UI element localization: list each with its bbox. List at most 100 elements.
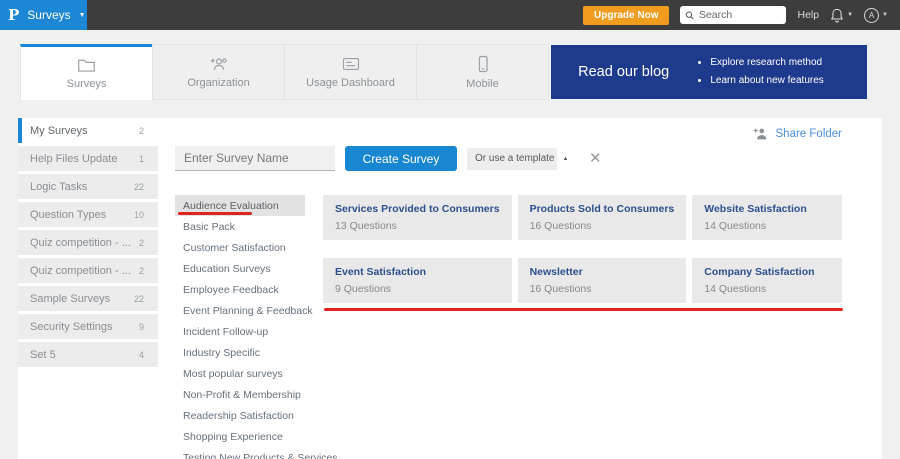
- blog-bullet: Explore research method: [710, 54, 823, 72]
- category-most-popular-surveys[interactable]: Most popular surveys: [175, 363, 305, 384]
- folders-sidebar: My Surveys 2 Help Files Update 1 Logic T…: [18, 118, 158, 370]
- sidebar-item-label: Quiz competition - ...: [30, 236, 131, 249]
- add-person-icon: [753, 128, 766, 140]
- category-testing-new-products[interactable]: Testing New Products & Services: [175, 447, 338, 459]
- sidebar-item-my-surveys[interactable]: My Surveys 2: [18, 118, 158, 143]
- sidebar-item-label: Logic Tasks: [30, 180, 88, 193]
- category-basic-pack[interactable]: Basic Pack: [175, 216, 305, 237]
- category-incident-follow-up[interactable]: Incident Follow-up: [175, 321, 305, 342]
- topbar-actions: Upgrade Now Help ▼ A ▼: [583, 5, 900, 25]
- sidebar-item-label: Quiz competition - ...: [30, 264, 131, 277]
- template-card-services-provided[interactable]: Services Provided to Consumers 13 Questi…: [323, 195, 512, 240]
- tab-organization[interactable]: Organization: [152, 44, 285, 100]
- sidebar-item-label: Help Files Update: [30, 152, 118, 165]
- tab-mobile[interactable]: Mobile: [416, 44, 549, 100]
- category-event-planning-feedback[interactable]: Event Planning & Feedback: [175, 300, 313, 321]
- sidebar-item-logic-tasks[interactable]: Logic Tasks 22: [18, 174, 158, 199]
- bell-icon: [831, 8, 843, 22]
- template-card-event-satisfaction[interactable]: Event Satisfaction 9 Questions: [323, 258, 512, 303]
- share-folder-label: Share Folder: [775, 127, 842, 140]
- sidebar-item-count: 2: [138, 125, 144, 136]
- sidebar-item-count: 22: [133, 293, 144, 304]
- product-switcher[interactable]: P Surveys ▼: [0, 0, 87, 30]
- close-icon[interactable]: ✕: [589, 151, 602, 166]
- template-card-title: Products Sold to Consumers: [529, 203, 675, 215]
- template-card-questions: 14 Questions: [704, 283, 767, 295]
- share-folder-link[interactable]: Share Folder: [753, 127, 842, 140]
- annotation-line-under-cards: [324, 308, 843, 311]
- organization-icon: [210, 57, 227, 70]
- annotation-underline-audience-evaluation: [178, 212, 252, 215]
- tab-label: Surveys: [66, 77, 107, 90]
- search-icon: [686, 11, 695, 19]
- account-menu[interactable]: A ▼: [864, 7, 888, 23]
- search-box[interactable]: [680, 6, 787, 24]
- topbar: P Surveys ▼ Upgrade Now Help ▼ A ▼: [0, 0, 900, 30]
- mobile-icon: [478, 55, 488, 72]
- sidebar-item-help-files-update[interactable]: Help Files Update 1: [18, 146, 158, 171]
- chevron-up-icon: ▲: [562, 155, 569, 162]
- sidebar-item-sample-surveys[interactable]: Sample Surveys 22: [18, 286, 158, 311]
- sidebar-item-label: My Surveys: [30, 124, 88, 137]
- sidebar-item-count: 2: [138, 237, 144, 248]
- upgrade-now-button[interactable]: Upgrade Now: [583, 5, 670, 25]
- template-card-newsletter[interactable]: Newsletter 16 Questions: [517, 258, 687, 303]
- search-input[interactable]: [698, 9, 782, 21]
- template-card-title: Website Satisfaction: [704, 203, 807, 215]
- sidebar-item-quiz-competition-2[interactable]: Quiz competition - ... 2: [18, 258, 158, 283]
- template-card-questions: 16 Questions: [529, 220, 592, 232]
- blog-banner[interactable]: Read our blog Explore research method Le…: [551, 45, 867, 99]
- tab-surveys[interactable]: Surveys: [20, 44, 153, 100]
- use-template-dropdown[interactable]: Or use a template ▲: [467, 147, 568, 170]
- sidebar-item-label: Sample Surveys: [30, 292, 111, 305]
- template-card-title: Event Satisfaction: [335, 266, 427, 278]
- chevron-down-icon: ▼: [847, 12, 854, 18]
- sidebar-item-question-types[interactable]: Question Types 10: [18, 202, 158, 227]
- template-card-company-satisfaction[interactable]: Company Satisfaction 14 Questions: [692, 258, 842, 303]
- category-shopping-experience[interactable]: Shopping Experience: [175, 426, 305, 447]
- template-card-title: Newsletter: [529, 266, 583, 278]
- template-card-questions: 9 Questions: [335, 283, 392, 295]
- template-card-questions: 13 Questions: [335, 220, 397, 232]
- content-panel: My Surveys 2 Help Files Update 1 Logic T…: [18, 118, 882, 459]
- avatar: A: [864, 7, 880, 23]
- chevron-down-icon: ▼: [78, 11, 86, 19]
- category-non-profit-membership[interactable]: Non-Profit & Membership: [175, 384, 305, 405]
- dashboard-icon: [342, 57, 359, 70]
- category-customer-satisfaction[interactable]: Customer Satisfaction: [175, 237, 305, 258]
- sidebar-item-count: 4: [138, 349, 144, 360]
- tab-label: Organization: [187, 76, 250, 89]
- folder-icon: [78, 59, 95, 72]
- product-menu-label: Surveys: [27, 8, 71, 22]
- sidebar-item-count: 10: [133, 209, 144, 220]
- sidebar-item-count: 2: [138, 265, 144, 276]
- sidebar-item-label: Question Types: [30, 208, 107, 221]
- create-survey-button[interactable]: Create Survey: [345, 146, 457, 171]
- template-card-products-sold[interactable]: Products Sold to Consumers 16 Questions: [517, 195, 687, 240]
- sidebar-item-security-settings[interactable]: Security Settings 9: [18, 314, 158, 339]
- sidebar-item-set-5[interactable]: Set 5 4: [18, 342, 158, 367]
- category-readership-satisfaction[interactable]: Readership Satisfaction: [175, 405, 305, 426]
- template-card-website-satisfaction[interactable]: Website Satisfaction 14 Questions: [692, 195, 842, 240]
- notifications-button[interactable]: ▼: [830, 8, 853, 23]
- chevron-down-icon: ▼: [882, 12, 888, 18]
- template-category-list: Audience Evaluation Basic Pack Customer …: [175, 195, 338, 459]
- blog-bullet: Learn about new features: [710, 72, 823, 90]
- category-industry-specific[interactable]: Industry Specific: [175, 342, 305, 363]
- sidebar-item-count: 22: [133, 181, 144, 192]
- sidebar-item-label: Set 5: [30, 348, 56, 361]
- help-link[interactable]: Help: [797, 9, 819, 21]
- blog-banner-title: Read our blog: [578, 64, 670, 80]
- survey-name-input[interactable]: [175, 146, 335, 171]
- sidebar-item-count: 1: [138, 153, 144, 164]
- tab-usage-dashboard[interactable]: Usage Dashboard: [284, 44, 417, 100]
- main-area: Share Folder Create Survey Or use a temp…: [158, 118, 882, 459]
- category-employee-feedback[interactable]: Employee Feedback: [175, 279, 305, 300]
- brand-logo: P: [8, 6, 20, 24]
- tab-label: Usage Dashboard: [306, 76, 395, 89]
- avatar-initial: A: [868, 10, 875, 20]
- sidebar-item-quiz-competition-1[interactable]: Quiz competition - ... 2: [18, 230, 158, 255]
- blog-banner-bullets: Explore research method Learn about new …: [696, 54, 823, 90]
- sidebar-item-label: Security Settings: [30, 320, 113, 333]
- category-education-surveys[interactable]: Education Surveys: [175, 258, 305, 279]
